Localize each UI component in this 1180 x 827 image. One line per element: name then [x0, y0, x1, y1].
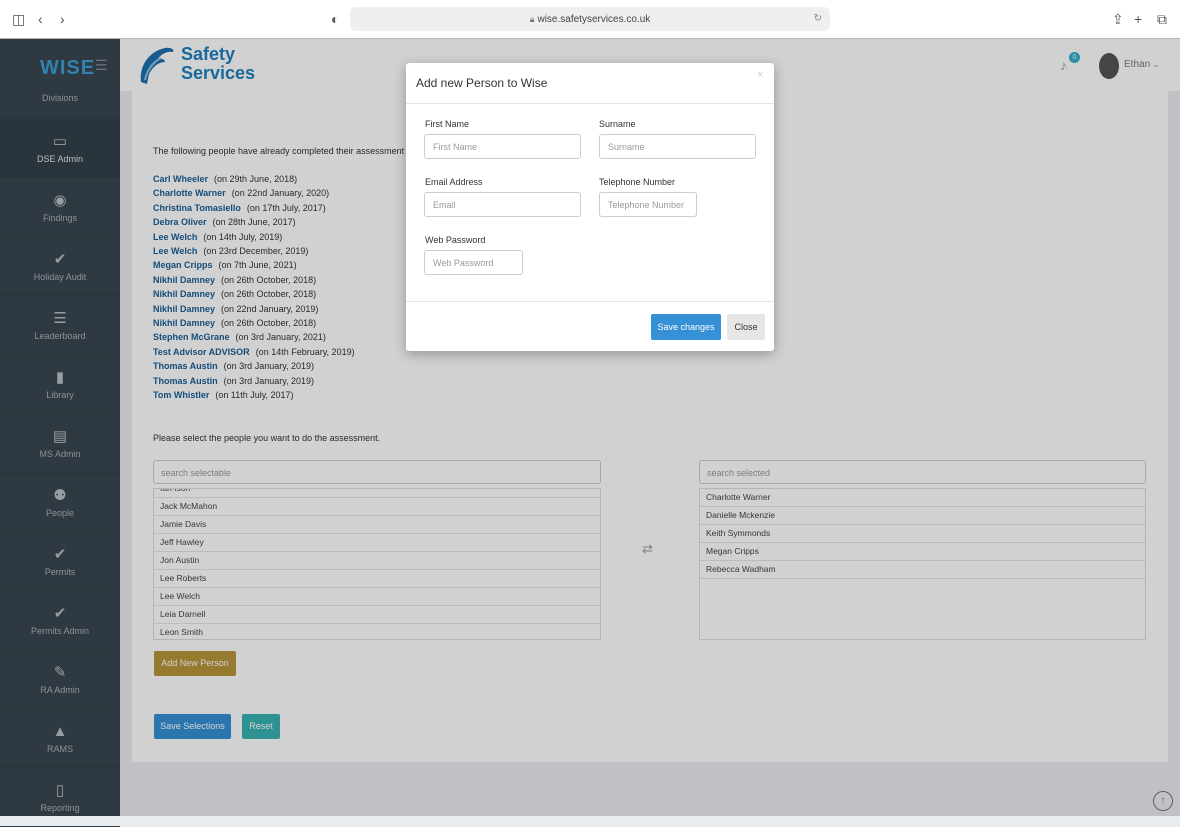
browser-toolbar: ◫ ‹ › ◐ 🔒︎ wise.safetyservices.co.uk ↻ ⇪ … — [0, 0, 1180, 39]
tabs-overview-icon[interactable]: ⧉ — [1157, 10, 1167, 28]
modal-footer-divider — [406, 301, 774, 302]
back-icon[interactable]: ‹ — [38, 10, 43, 28]
telephone-label: Telephone Number — [599, 177, 676, 187]
lock-icon: 🔒︎ — [529, 14, 535, 24]
email-field[interactable]: Email — [424, 192, 581, 217]
close-icon[interactable]: × — [757, 69, 763, 81]
privacy-shield-icon[interactable]: ◐ — [331, 10, 339, 28]
new-tab-icon[interactable]: + — [1134, 10, 1142, 28]
forward-icon[interactable]: › — [60, 10, 65, 28]
web-password-field[interactable]: Web Password — [424, 250, 523, 275]
first-name-label: First Name — [425, 119, 470, 129]
email-label: Email Address — [425, 177, 483, 187]
add-person-modal: Add new Person to Wise × First Name Firs… — [406, 63, 774, 351]
address-bar[interactable]: 🔒︎ wise.safetyservices.co.uk ↻ — [350, 7, 830, 31]
first-name-field[interactable]: First Name — [424, 134, 581, 159]
share-icon[interactable]: ⇪ — [1112, 10, 1124, 28]
web-password-label: Web Password — [425, 235, 486, 245]
surname-label: Surname — [599, 119, 636, 129]
surname-field[interactable]: Surname — [599, 134, 756, 159]
close-button[interactable]: Close — [727, 314, 765, 340]
modal-title: Add new Person to Wise — [416, 76, 548, 90]
save-changes-button[interactable]: Save changes — [651, 314, 721, 340]
telephone-field[interactable]: Telephone Number — [599, 192, 697, 217]
modal-header-divider — [406, 103, 774, 104]
reload-icon[interactable]: ↻ — [814, 7, 822, 31]
sidebar-toggle-icon[interactable]: ◫ — [12, 10, 25, 28]
url-text: wise.safetyservices.co.uk — [537, 14, 651, 25]
